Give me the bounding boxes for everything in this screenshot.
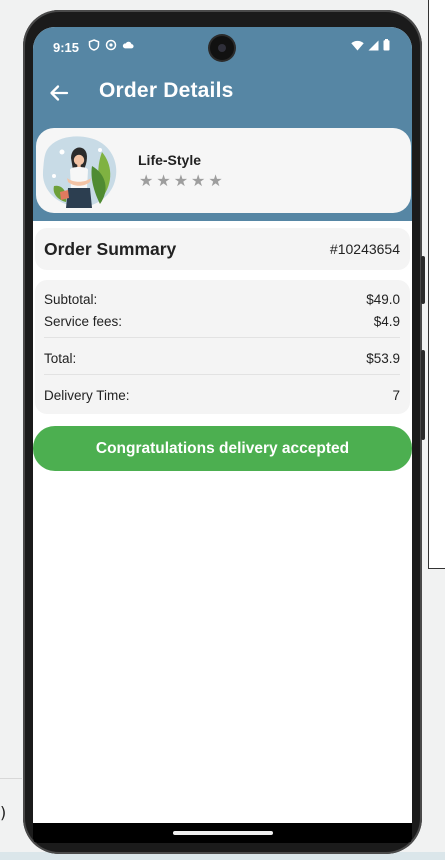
volume-button: [421, 256, 425, 304]
status-time: 9:15: [53, 40, 80, 55]
shield-icon: [88, 39, 100, 51]
app-bar: Order Details: [33, 67, 412, 129]
sync-icon: [105, 39, 117, 51]
system-nav-bar: [33, 823, 412, 843]
battery-icon: [383, 39, 390, 51]
subtotal-label: Subtotal:: [44, 292, 98, 307]
app-screen: 9:15 Order Details Life-Style ★ ★ ★ ★ ★ …: [33, 27, 412, 843]
star-icon: ★: [208, 171, 223, 190]
order-summary-header: Order Summary #10243654: [35, 228, 410, 270]
subtotal-value: $49.0: [366, 292, 400, 307]
divider: [44, 374, 400, 375]
service-fees-row: Service fees: $4.9: [44, 314, 400, 332]
store-name: Life-Style: [138, 152, 202, 168]
star-icon: ★: [173, 171, 189, 190]
background-window: [428, 0, 445, 569]
total-row: Total: $53.9: [44, 351, 400, 369]
store-card[interactable]: Life-Style ★ ★ ★ ★ ★: [36, 128, 411, 213]
wifi-icon: [351, 40, 364, 50]
cloud-icon: [122, 41, 134, 49]
power-button: [421, 350, 425, 440]
status-icons-right: [351, 39, 390, 51]
total-label: Total:: [44, 351, 77, 366]
service-fees-label: Service fees:: [44, 314, 123, 329]
store-header: Life-Style ★ ★ ★ ★ ★: [33, 127, 412, 221]
star-icon: ★: [156, 171, 171, 190]
phone-frame: 9:15 Order Details Life-Style ★ ★ ★ ★ ★ …: [23, 10, 425, 854]
arrow-left-icon[interactable]: [47, 81, 71, 105]
page-title: Order Details: [99, 79, 234, 102]
background-divider: [0, 778, 22, 779]
order-id: #10243654: [329, 241, 400, 257]
cellular-signal-icon: [368, 40, 379, 50]
store-illustration: [42, 136, 117, 208]
order-details-card: Subtotal: $49.0 Service fees: $4.9 Total…: [35, 280, 410, 414]
background-partial-text: ): [0, 803, 7, 822]
front-camera: [210, 36, 234, 60]
status-icons-left: [88, 39, 134, 51]
status-bar: 9:15: [33, 27, 412, 67]
star-icon: ★: [139, 171, 154, 190]
home-indicator[interactable]: [173, 831, 273, 835]
subtotal-row: Subtotal: $49.0: [44, 292, 400, 310]
order-summary-title: Order Summary: [44, 239, 177, 259]
delivery-accepted-button[interactable]: Congratulations delivery accepted: [33, 426, 412, 471]
rating-stars: ★ ★ ★ ★ ★: [139, 173, 223, 189]
delivery-time-label: Delivery Time:: [44, 388, 130, 403]
delivery-time-value: 7: [392, 388, 400, 403]
total-value: $53.9: [366, 351, 400, 366]
delivery-time-row: Delivery Time: 7: [44, 388, 400, 406]
star-icon: ★: [191, 171, 206, 190]
service-fees-value: $4.9: [373, 314, 400, 329]
divider: [44, 337, 400, 338]
